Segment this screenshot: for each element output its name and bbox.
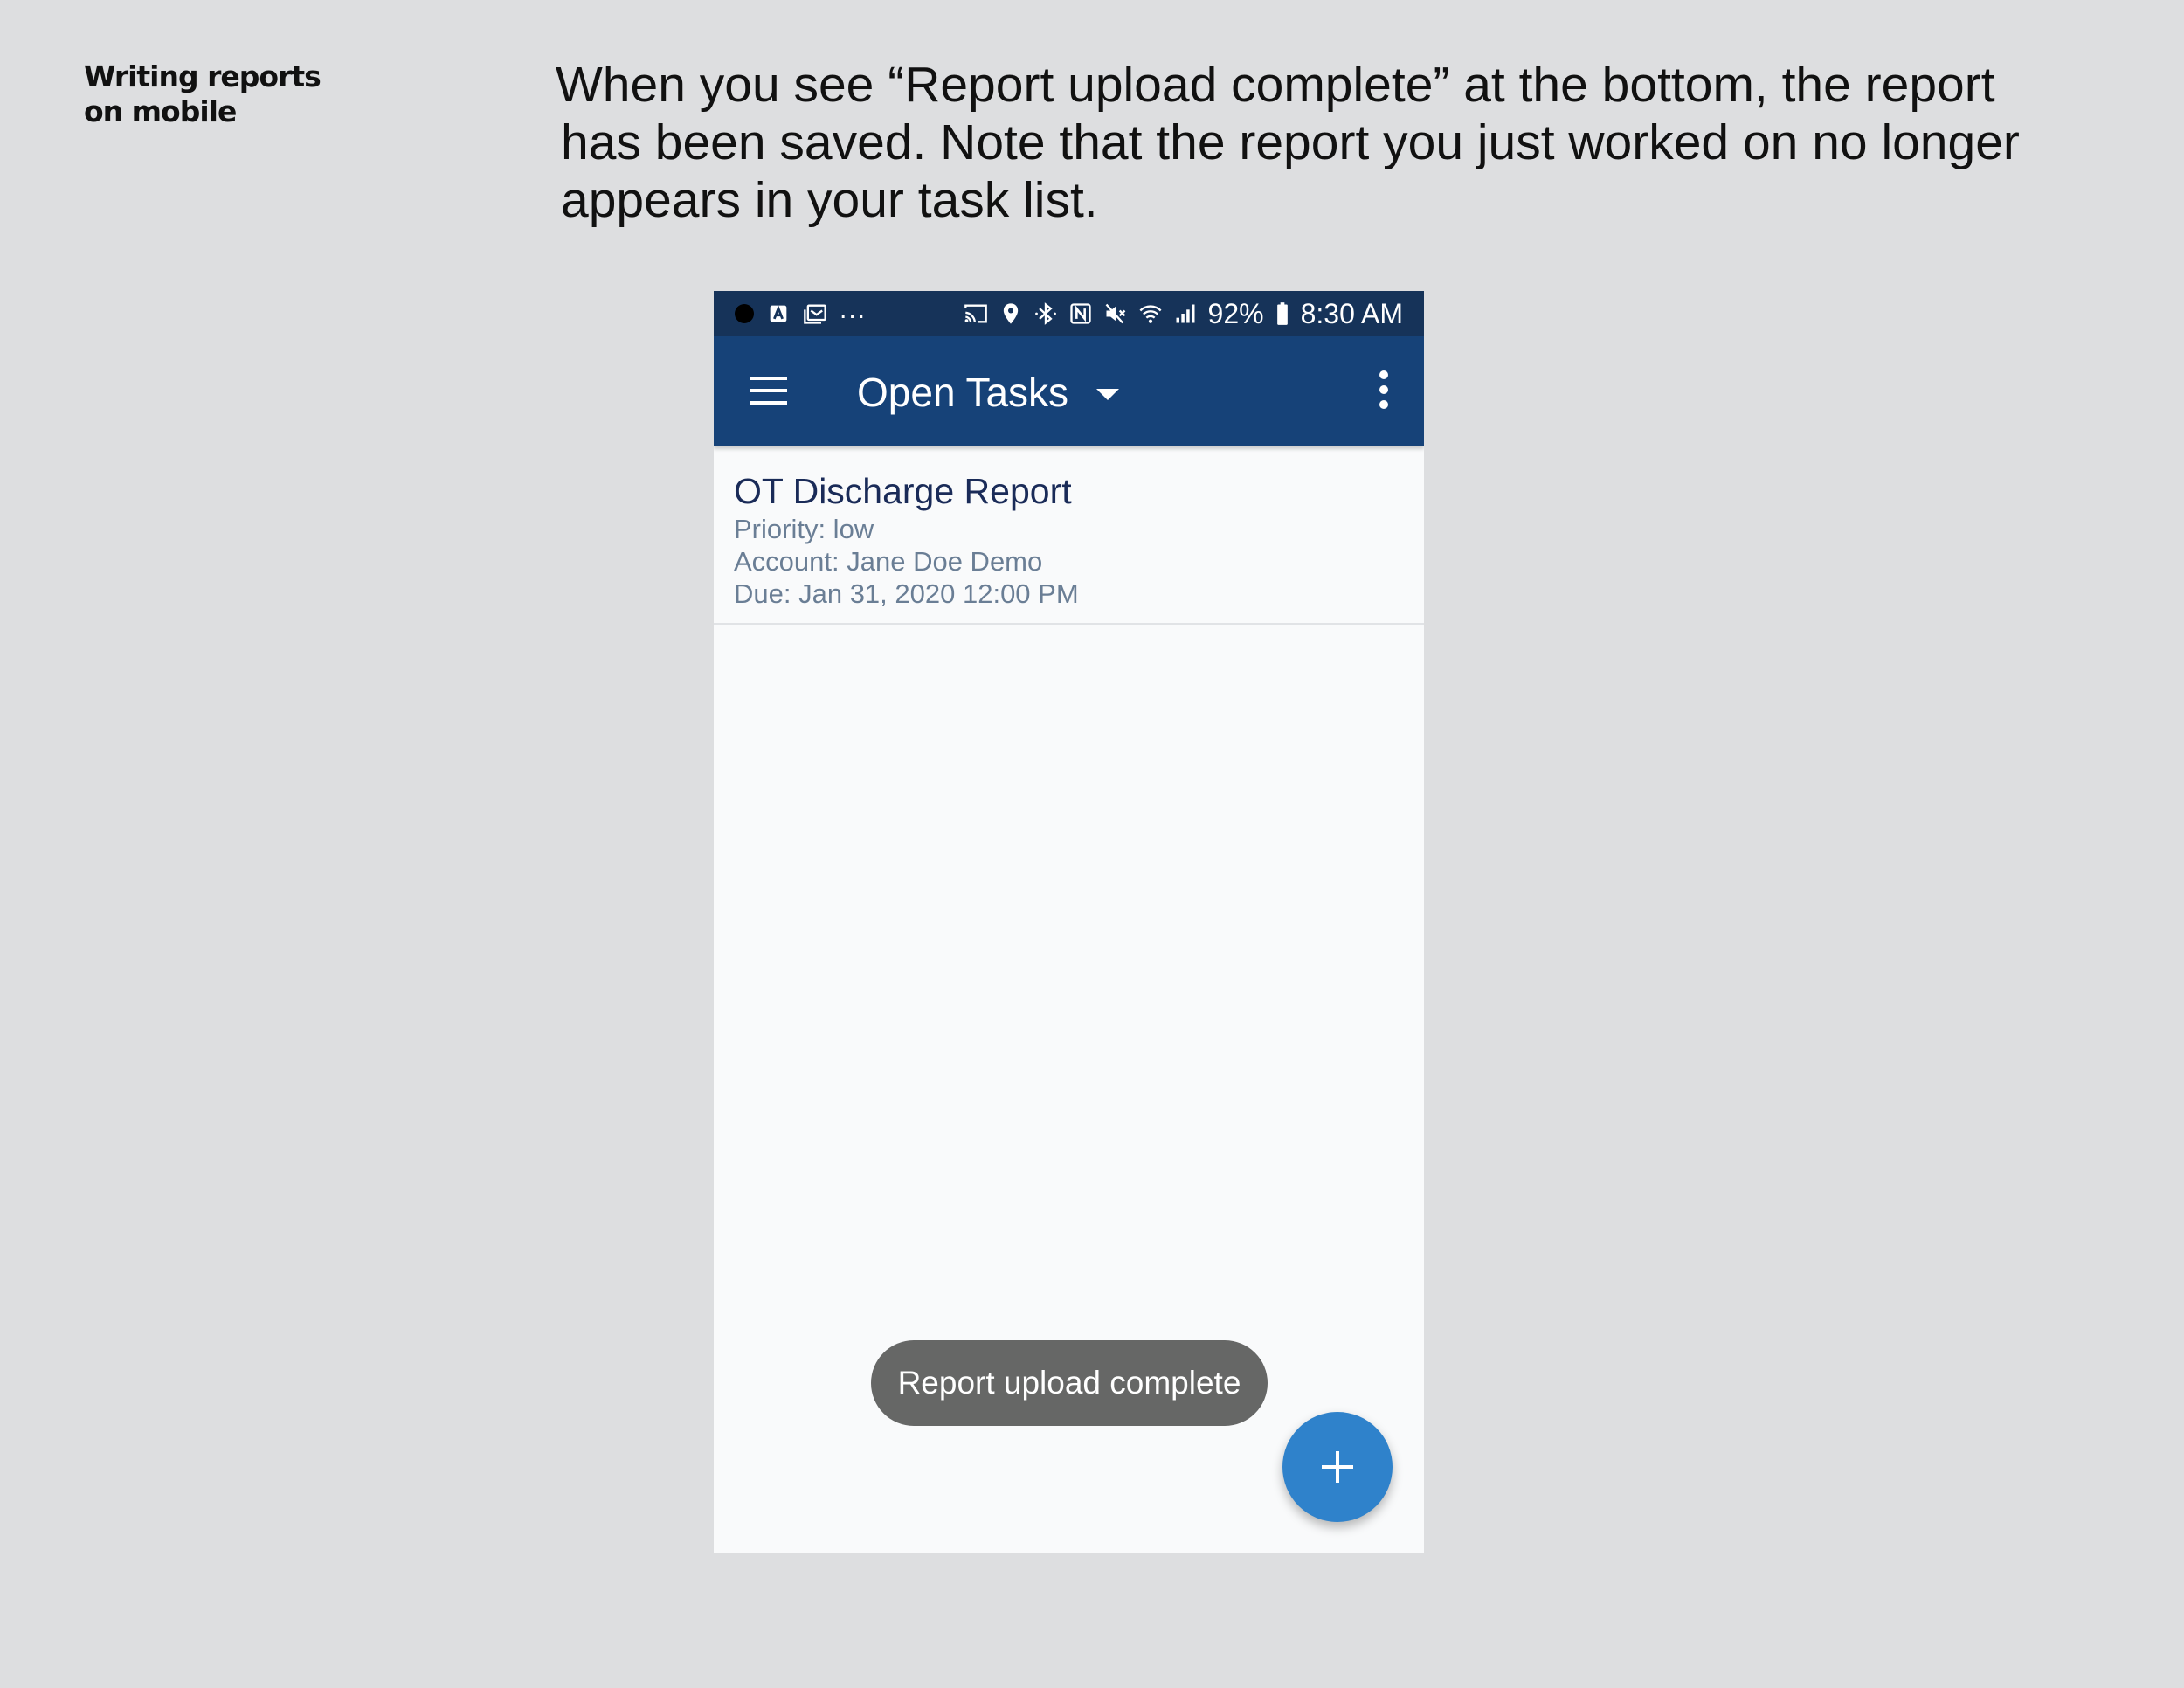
bluetooth-icon	[1033, 301, 1058, 326]
task-priority: Priority: low	[734, 514, 874, 544]
app-bar: Open Tasks	[714, 336, 1424, 446]
section-label-line-1: Writing reports	[84, 59, 321, 93]
upload-complete-toast: Report upload complete	[871, 1340, 1268, 1426]
instructions-line-3: appears in your task list.	[561, 172, 1098, 228]
task-list-item[interactable]: OT Discharge Report Priority: low Accoun…	[714, 446, 1424, 625]
task-account: Account: Jane Doe Demo	[734, 546, 1043, 577]
more-notifications-indicator: ...	[840, 295, 867, 324]
task-title: OT Discharge Report	[734, 471, 1072, 511]
mute-icon	[1103, 301, 1128, 326]
location-icon	[999, 301, 1023, 326]
task-due-date: Due: Jan 31, 2020 12:00 PM	[734, 578, 1079, 609]
notification-dot-icon	[735, 304, 754, 323]
add-task-button[interactable]	[1282, 1412, 1393, 1522]
instructions-line-2: has been saved. Note that the report you…	[561, 114, 2020, 170]
app-notification-icon	[766, 301, 791, 326]
overflow-menu-icon[interactable]	[1379, 370, 1389, 410]
battery-percentage: 92%	[1207, 297, 1264, 329]
cast-icon	[964, 301, 988, 326]
signal-icon	[1173, 301, 1198, 326]
battery-icon	[1275, 301, 1290, 326]
section-label: Writing reports on mobile	[84, 59, 398, 129]
wifi-icon	[1138, 301, 1163, 326]
instructions-line-1: When you see “Report upload complete” at…	[556, 57, 1995, 113]
status-time: 8:30 AM	[1300, 297, 1403, 329]
section-label-line-2: on mobile	[84, 94, 237, 128]
phone-screen: ... 92% 8:30 AM Open Tasks OT Discharge …	[714, 291, 1424, 1553]
nfc-icon	[1068, 301, 1093, 326]
gallery-notification-icon	[803, 301, 827, 326]
toast-message: Report upload complete	[897, 1365, 1241, 1401]
status-bar: ... 92% 8:30 AM	[714, 291, 1424, 336]
task-filter-title[interactable]: Open Tasks	[857, 368, 1068, 417]
caret-down-icon[interactable]	[1095, 387, 1121, 403]
menu-icon[interactable]	[750, 377, 787, 405]
plus-icon	[1322, 1451, 1353, 1483]
instructions: When you see “Report upload complete” at…	[556, 56, 2041, 229]
